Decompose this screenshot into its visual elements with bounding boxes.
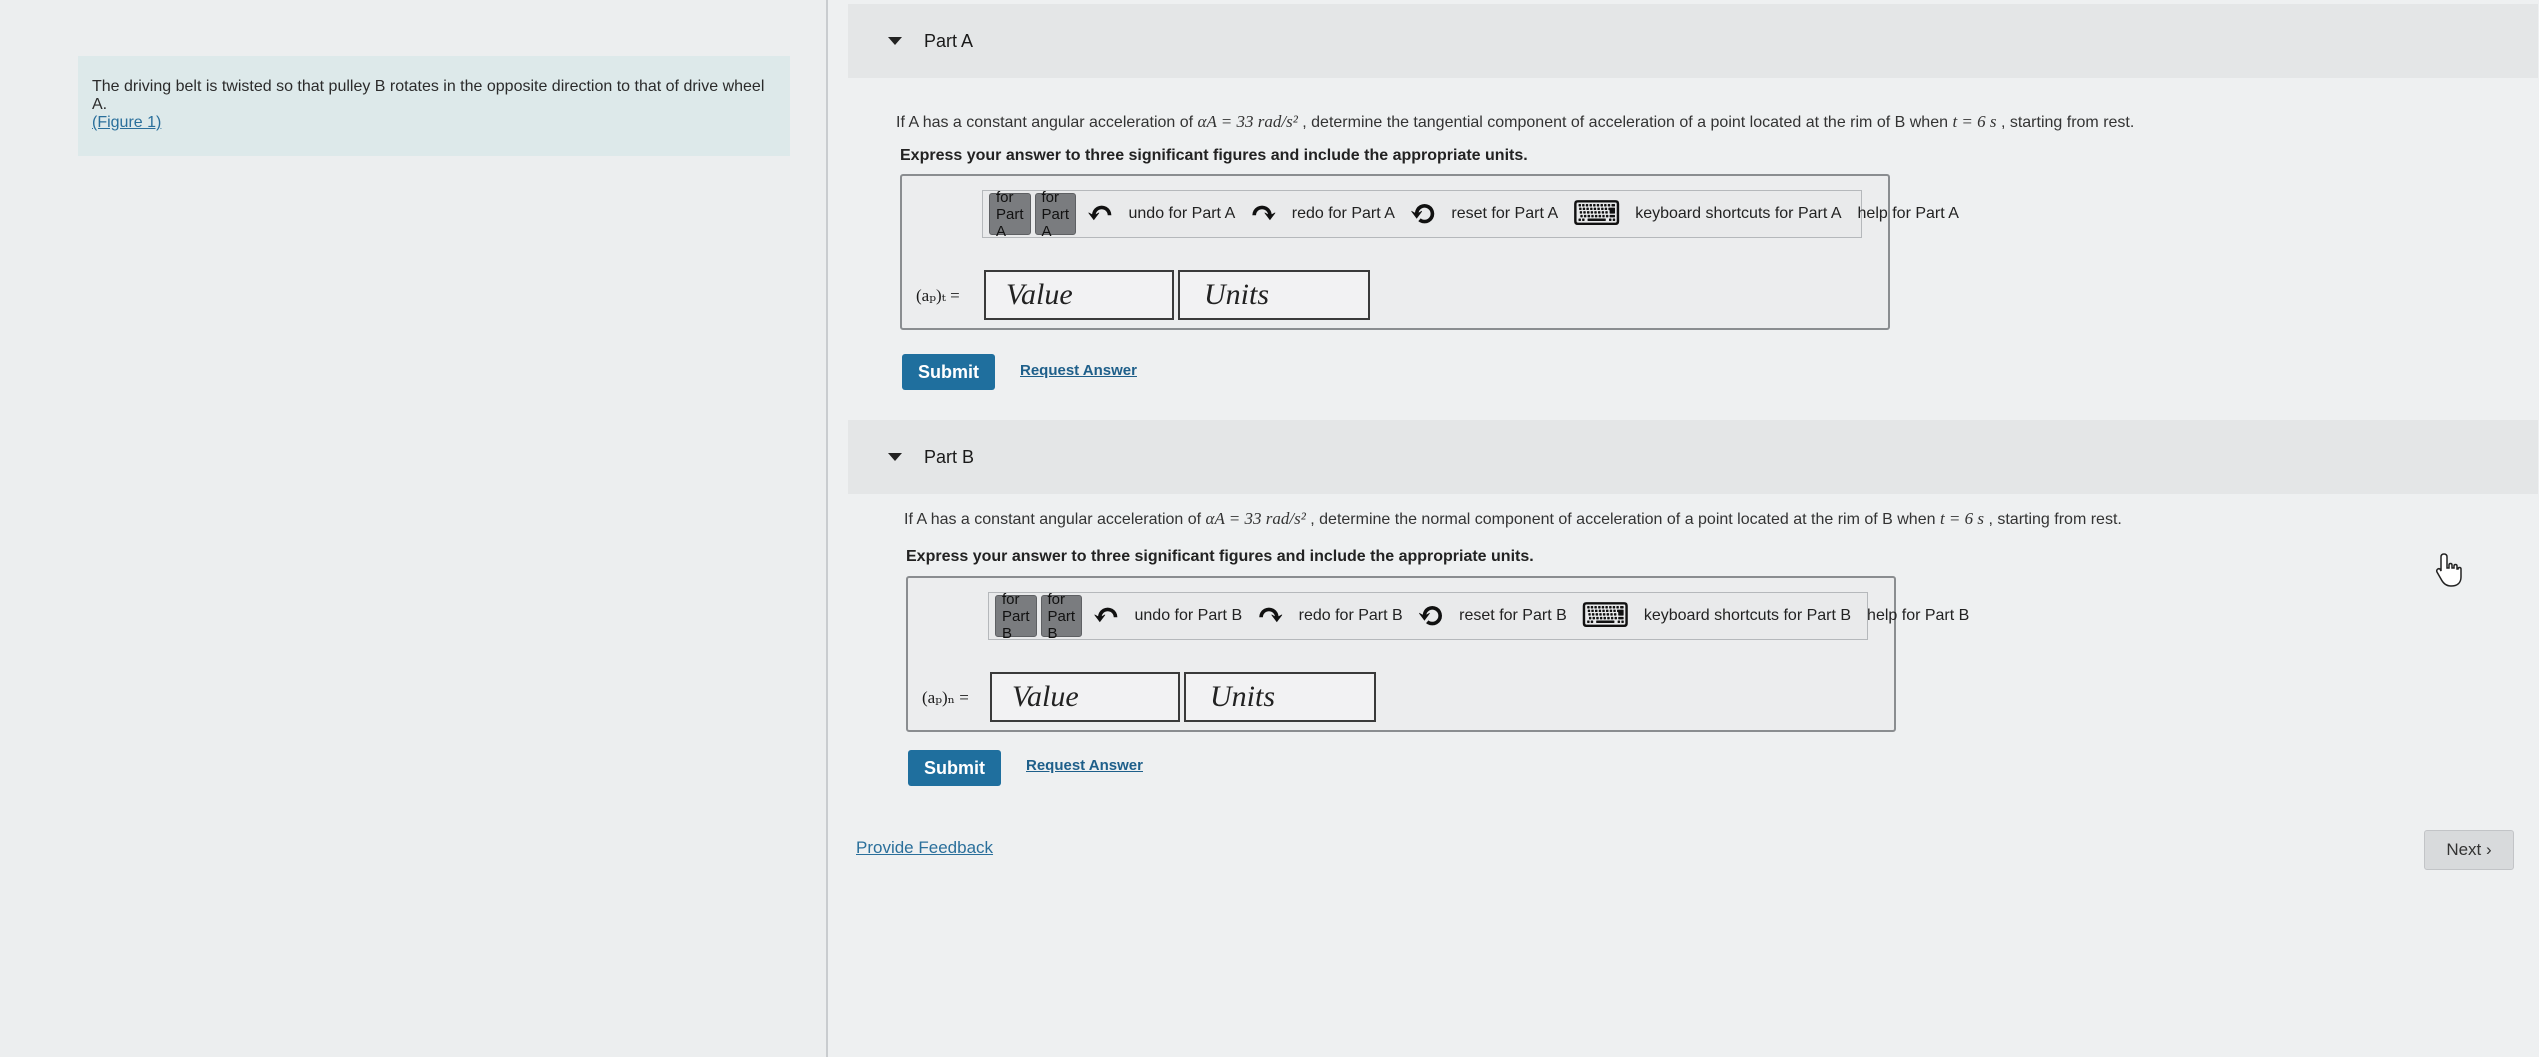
part-b-instruction: Express your answer to three significant… xyxy=(906,548,1534,565)
question-text: , starting from rest. xyxy=(1984,511,2122,528)
part-a-request-answer-link[interactable]: Request Answer xyxy=(1020,362,1137,379)
part-a-question: If A has a constant angular acceleration… xyxy=(896,112,2134,132)
part-a-answer-box: for Part A for Part A ↶ undo for Part A … xyxy=(900,174,1959,330)
undo-icon[interactable]: ↶ xyxy=(1086,197,1115,231)
symbol-button[interactable]: for Part B xyxy=(1040,591,1082,642)
part-b-request-answer-link[interactable]: Request Answer xyxy=(1026,757,1143,774)
keyboard-shortcuts-button[interactable]: keyboard shortcuts for Part B xyxy=(1644,607,1851,625)
reset-icon[interactable]: ⟲ xyxy=(1417,599,1446,633)
redo-icon[interactable]: ↷ xyxy=(1256,599,1285,633)
redo-button[interactable]: redo for Part A xyxy=(1292,205,1395,223)
part-b-title: Part B xyxy=(924,446,975,467)
reset-icon[interactable]: ⟲ xyxy=(1409,197,1438,231)
caret-down-icon[interactable] xyxy=(888,37,902,45)
part-a-units-input[interactable]: Units xyxy=(1178,270,1370,320)
undo-button[interactable]: undo for Part B xyxy=(1135,607,1243,625)
time-expression: t = 6 s xyxy=(1952,112,1997,131)
question-text: If A has a constant angular acceleration… xyxy=(904,511,1206,528)
template-button[interactable]: for Part B xyxy=(995,591,1037,642)
keyboard-icon[interactable]: ⌨ xyxy=(1572,197,1621,231)
question-text: If A has a constant angular acceleration… xyxy=(896,114,1198,131)
left-pane: The driving belt is twisted so that pull… xyxy=(0,0,828,1057)
right-pane: Part A If A has a constant angular accel… xyxy=(828,0,2539,1057)
undo-button[interactable]: undo for Part A xyxy=(1129,205,1236,223)
part-a-title: Part A xyxy=(924,30,974,51)
provide-feedback-link[interactable]: Provide Feedback xyxy=(856,838,993,858)
part-b-header[interactable]: Part B xyxy=(848,420,2538,494)
part-b-units-input[interactable]: Units xyxy=(1184,672,1376,722)
part-b-submit-button[interactable]: Submit xyxy=(908,750,1001,786)
reset-button[interactable]: reset for Part B xyxy=(1459,607,1567,625)
part-a-toolbar: for Part A for Part A ↶ undo for Part A … xyxy=(982,189,1959,240)
alpha-expression: αA = 33 rad/s² xyxy=(1197,112,1298,131)
keyboard-icon[interactable]: ⌨ xyxy=(1581,599,1630,633)
hand-pointer-icon xyxy=(2436,553,2462,587)
caret-down-icon[interactable] xyxy=(888,453,902,461)
question-text: , determine the tangential component of … xyxy=(1297,114,1953,131)
help-button[interactable]: help for Part B xyxy=(1867,607,1969,625)
reset-button[interactable]: reset for Part A xyxy=(1451,205,1558,223)
part-b-answer-box: for Part B for Part B ↶ undo for Part B … xyxy=(906,576,1969,732)
question-text: , starting from rest. xyxy=(1996,114,2135,131)
symbol-button[interactable]: for Part A xyxy=(1034,189,1076,240)
redo-button[interactable]: redo for Part B xyxy=(1299,607,1403,625)
alpha-expression: αA = 33 rad/s² xyxy=(1205,509,1306,528)
part-b-value-input[interactable]: Value xyxy=(990,672,1180,722)
time-expression: t = 6 s xyxy=(1939,509,1985,528)
question-text: , determine the normal component of acce… xyxy=(1305,511,1940,528)
template-button[interactable]: for Part A xyxy=(989,189,1031,240)
part-a-variable-label: (aₚ)ₜ = xyxy=(916,286,960,305)
part-a-submit-button[interactable]: Submit xyxy=(902,354,995,390)
redo-icon[interactable]: ↷ xyxy=(1249,197,1278,231)
part-a-header[interactable]: Part A xyxy=(848,4,2538,78)
part-a-instruction: Express your answer to three significant… xyxy=(900,147,1528,164)
part-a-value-input[interactable]: Value xyxy=(984,270,1174,320)
help-button[interactable]: help for Part A xyxy=(1858,205,1959,223)
figure-link[interactable]: (Figure 1) xyxy=(92,114,776,132)
keyboard-shortcuts-button[interactable]: keyboard shortcuts for Part A xyxy=(1635,205,1841,223)
next-button[interactable]: Next › xyxy=(2424,830,2514,870)
undo-icon[interactable]: ↶ xyxy=(1092,599,1121,633)
problem-text: The driving belt is twisted so that pull… xyxy=(92,78,765,113)
part-b-toolbar: for Part B for Part B ↶ undo for Part B … xyxy=(988,591,1969,642)
part-b-variable-label: (aₚ)ₙ = xyxy=(922,688,969,707)
problem-statement: The driving belt is twisted so that pull… xyxy=(78,56,790,156)
part-b-question: If A has a constant angular acceleration… xyxy=(904,509,2122,529)
